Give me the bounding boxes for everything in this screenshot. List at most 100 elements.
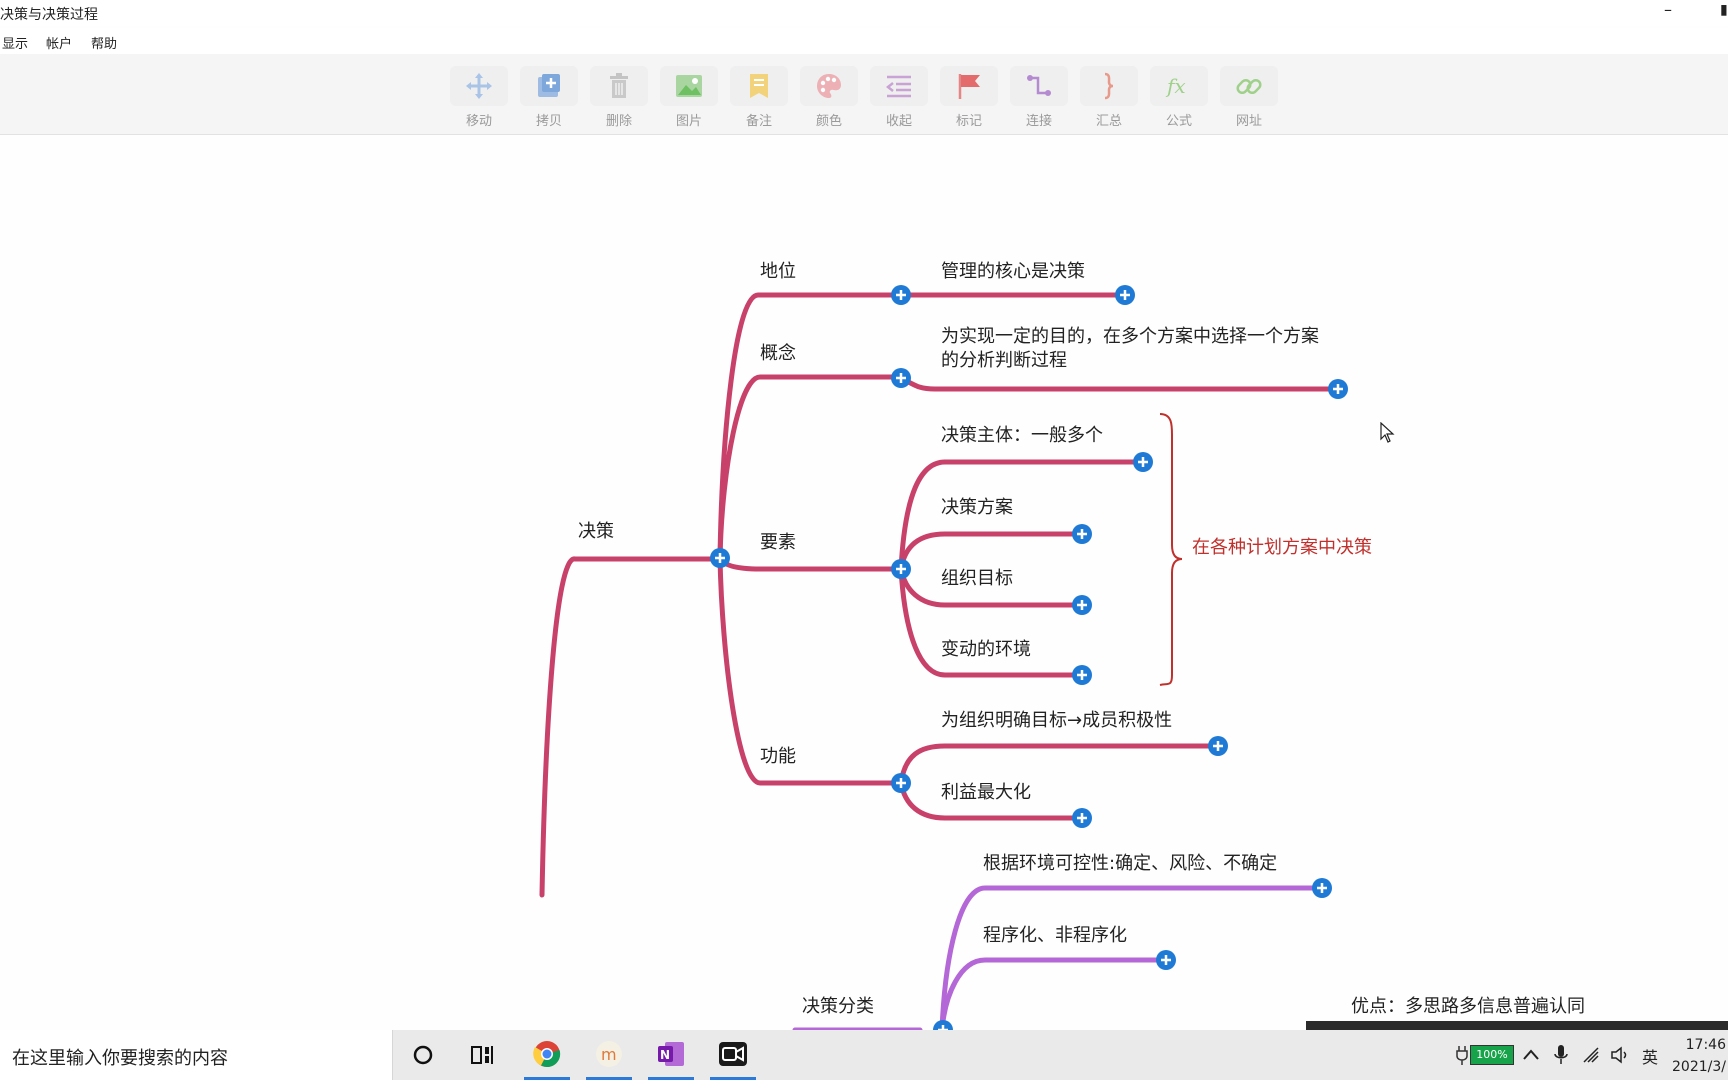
color-button[interactable]: 颜色 [800, 66, 858, 129]
search-placeholder: 在这里输入你要搜索的内容 [12, 1048, 228, 1069]
m-app-icon: m [596, 1040, 622, 1067]
task-view-icon [471, 1046, 493, 1064]
input-language[interactable]: 英 [1642, 1044, 1658, 1068]
node-function-benefit[interactable]: 利益最大化 [941, 778, 1031, 804]
node-concept[interactable]: 概念 [760, 339, 796, 365]
add-node-button[interactable] [890, 558, 912, 580]
node-element-goal[interactable]: 组织目标 [941, 564, 1013, 590]
battery-indicator[interactable]: 100% [1470, 1045, 1514, 1065]
taskbar-search[interactable]: 在这里输入你要搜索的内容 [0, 1030, 393, 1080]
formula-button[interactable]: fx 公式 [1150, 66, 1208, 129]
url-button[interactable]: 网址 [1220, 66, 1278, 129]
add-node-button[interactable] [890, 367, 912, 389]
window-title: 决策与决策过程 [0, 7, 98, 23]
add-node-button[interactable] [1132, 451, 1154, 473]
delete-label: 删除 [605, 114, 632, 129]
window-edge-control[interactable]: ▮ [1720, 2, 1728, 18]
flag-icon [958, 74, 980, 99]
palette-icon [817, 74, 841, 98]
video-app-button[interactable] [710, 1030, 756, 1080]
collapse-label: 收起 [885, 114, 912, 129]
minimize-button[interactable]: – [1664, 0, 1672, 19]
m-app-button[interactable]: m [586, 1030, 632, 1080]
add-node-button[interactable] [1071, 594, 1093, 616]
note-icon [750, 74, 768, 98]
video-app-icon [719, 1041, 747, 1066]
node-element-plan[interactable]: 决策方案 [941, 493, 1013, 519]
node-elements[interactable]: 要素 [760, 528, 796, 554]
node-position[interactable]: 地位 [760, 257, 796, 283]
link-icon [1236, 78, 1262, 95]
formula-label: 公式 [1165, 114, 1192, 129]
add-node-button[interactable] [1327, 378, 1349, 400]
node-element-environment[interactable]: 变动的环境 [941, 635, 1031, 661]
image-button[interactable]: 图片 [660, 66, 718, 129]
mindmap-connectors [539, 292, 1340, 1030]
node-function[interactable]: 功能 [760, 742, 796, 768]
chrome-icon [533, 1040, 561, 1067]
add-node-button[interactable] [1071, 664, 1093, 686]
node-concept-child[interactable]: 为实现一定的目的，在多个方案中选择一个方案的分析判断过程 [941, 325, 1321, 373]
delete-button[interactable]: 删除 [590, 66, 648, 129]
move-button[interactable]: 移动 [450, 66, 508, 129]
task-view-button[interactable] [460, 1030, 506, 1080]
add-node-button[interactable] [1071, 807, 1093, 829]
image-icon [676, 75, 702, 97]
speaker-icon[interactable] [1610, 1046, 1630, 1064]
collapse-button[interactable]: 收起 [870, 66, 928, 129]
mark-button[interactable]: 标记 [940, 66, 998, 129]
collapse-icon [885, 75, 911, 98]
move-label: 移动 [465, 114, 492, 129]
taskbar: 在这里输入你要搜索的内容 m N 100% 英 17:46 2021/3/ [0, 1030, 1728, 1080]
menu-help[interactable]: 帮助 [91, 33, 117, 52]
copy-button[interactable]: 拷贝 [520, 66, 578, 129]
add-node-button[interactable] [1155, 949, 1177, 971]
node-advantage[interactable]: 优点：多思路多信息普遍认同 [1351, 992, 1585, 1018]
summary-label: 汇总 [1095, 114, 1122, 129]
wifi-icon[interactable] [1582, 1046, 1602, 1064]
add-node-button[interactable] [1311, 877, 1333, 899]
system-clock[interactable]: 17:46 2021/3/ [1672, 1034, 1726, 1078]
onenote-button[interactable]: N [648, 1030, 694, 1080]
color-label: 颜色 [815, 114, 842, 129]
clock-date: 2021/3/ [1672, 1059, 1726, 1075]
formula-icon: fx [1165, 74, 1186, 98]
brace-icon [1104, 72, 1114, 100]
mouse-cursor-icon [1380, 422, 1395, 443]
node-position-child[interactable]: 管理的核心是决策 [941, 257, 1085, 283]
chevron-up-icon[interactable] [1522, 1048, 1540, 1062]
title-bar: 决策与决策过程 – ▮ [0, 0, 1728, 26]
onenote-icon: N [658, 1041, 684, 1066]
node-function-goal[interactable]: 为组织明确目标→成员积极性 [941, 706, 1172, 732]
node-element-subject[interactable]: 决策主体：一般多个 [941, 421, 1103, 447]
plug-icon [1456, 1046, 1468, 1065]
menu-account[interactable]: 帐户 [46, 33, 72, 52]
copy-icon [538, 74, 560, 97]
node-class-programmed[interactable]: 程序化、非程序化 [983, 921, 1127, 947]
node-root[interactable]: 决策 [578, 517, 614, 543]
svg-text:m: m [601, 1045, 617, 1064]
mindmap-canvas[interactable]: 决策 地位 管理的核心是决策 概念 为实现一定的目的，在多个方案中选择一个方案的… [0, 135, 1728, 1040]
chrome-button[interactable] [524, 1030, 570, 1080]
mark-label: 标记 [955, 114, 982, 129]
microphone-icon[interactable] [1554, 1044, 1568, 1066]
add-node-button[interactable] [890, 772, 912, 794]
node-class-environment[interactable]: 根据环境可控性:确定、风险、不确定 [983, 849, 1277, 875]
add-node-button[interactable] [1114, 284, 1136, 306]
cortana-button[interactable] [400, 1030, 446, 1080]
node-classification[interactable]: 决策分类 [802, 992, 874, 1018]
add-node-button[interactable] [1071, 523, 1093, 545]
copy-label: 拷贝 [535, 114, 562, 129]
connect-label: 连接 [1025, 114, 1052, 129]
summary-label-text[interactable]: 在各种计划方案中决策 [1192, 533, 1372, 559]
menu-display[interactable]: 显示 [2, 33, 28, 52]
move-icon [466, 73, 492, 99]
add-node-button[interactable] [709, 547, 731, 569]
svg-text:N: N [660, 1048, 670, 1062]
summary-button[interactable]: 汇总 [1080, 66, 1138, 129]
add-node-button[interactable] [1207, 735, 1229, 757]
note-button[interactable]: 备注 [730, 66, 788, 129]
add-node-button[interactable] [890, 284, 912, 306]
cortana-icon [413, 1045, 433, 1065]
connect-button[interactable]: 连接 [1010, 66, 1068, 129]
